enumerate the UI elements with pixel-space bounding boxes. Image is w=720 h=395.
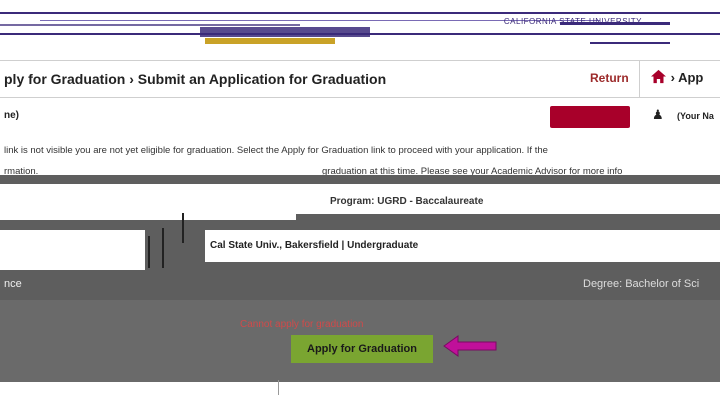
home-icon[interactable] (650, 69, 671, 85)
instruction-line-1: link is not visible you are not yet elig… (4, 145, 548, 156)
info-panel-left (0, 230, 145, 270)
home-breadcrumb[interactable]: › App (650, 69, 703, 85)
section-label: nce (4, 278, 22, 290)
divider-bar (182, 213, 184, 243)
name-field: ne) (4, 110, 19, 121)
degree-label: Degree: Bachelor of Sci (583, 278, 700, 290)
page-title: ply for Graduation › Submit an Applicati… (4, 71, 387, 87)
header-row: ne) ♟ (Your Na (0, 100, 720, 128)
user-icon: ♟ (652, 107, 664, 122)
divider-bar (148, 236, 150, 268)
return-link[interactable]: Return (590, 71, 629, 85)
action-button[interactable] (550, 106, 630, 128)
divider-bar (162, 228, 164, 268)
program-label: Program: UGRD - Baccalaureate (330, 196, 484, 207)
campus-label: Cal State Univ., Bakersfield | Undergrad… (210, 240, 419, 251)
divider-line (278, 380, 279, 395)
university-banner: CALIFORNIA STATE UNIVERSITY (0, 0, 720, 55)
eligibility-note: Cannot apply for graduation (240, 319, 364, 330)
pointer-arrow-icon (443, 335, 497, 357)
home-breadcrumb-label: › App (670, 70, 704, 85)
user-name: (Your Na (677, 111, 714, 121)
title-bar: ply for Graduation › Submit an Applicati… (0, 60, 720, 98)
title-divider (639, 61, 640, 97)
apply-for-graduation-button[interactable]: Apply for Graduation (291, 335, 433, 363)
banner-tagline: CALIFORNIA STATE UNIVERSITY (503, 17, 642, 26)
